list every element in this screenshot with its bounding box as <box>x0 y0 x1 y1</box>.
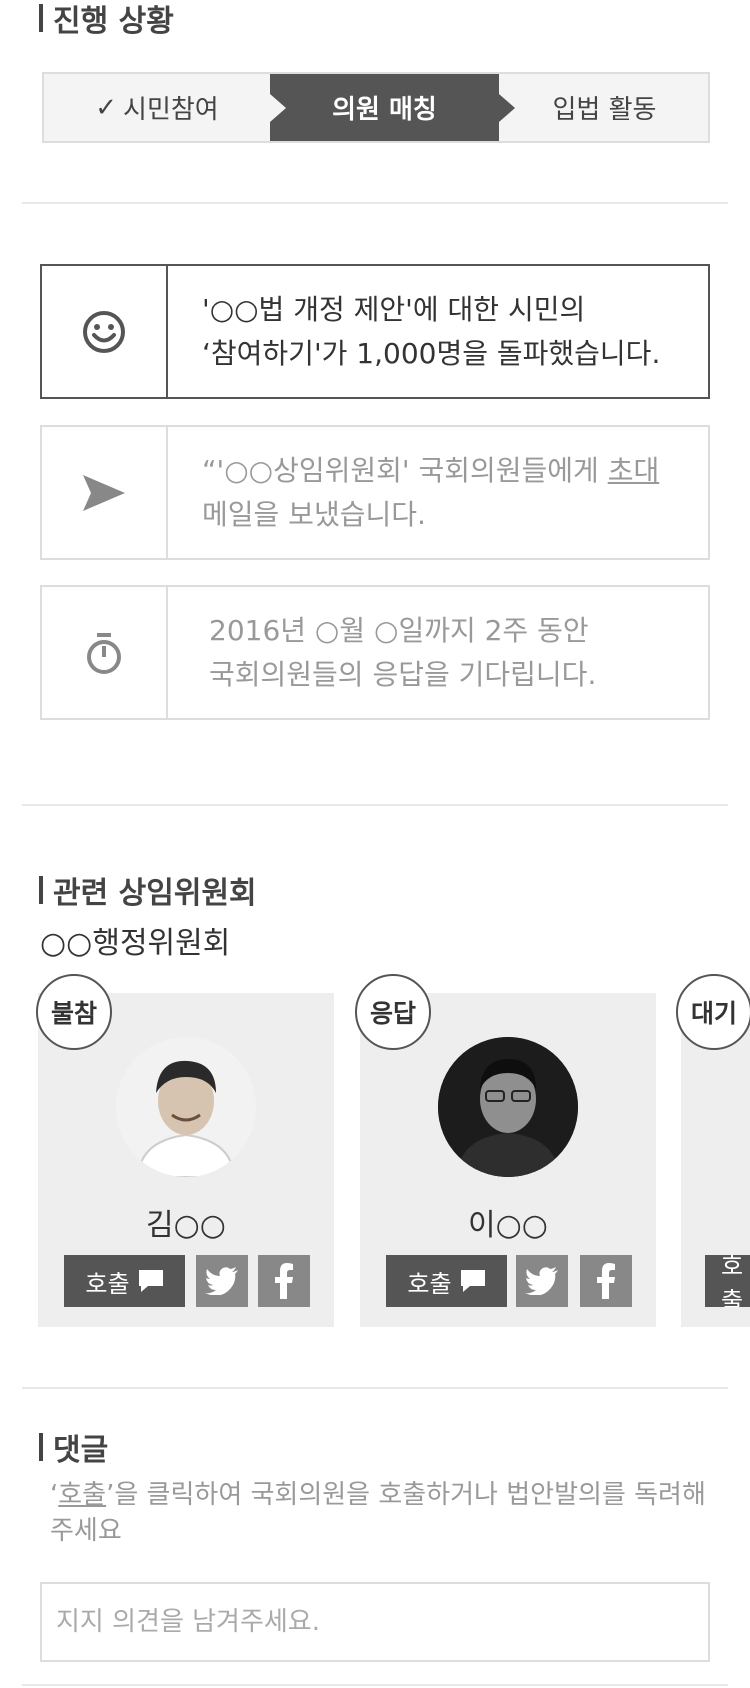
comments-section-title: 댓글 <box>39 1425 108 1469</box>
timeline-text-part: “'○○상임위원회' 국회의원들에게 <box>202 453 608 487</box>
stopwatch-icon <box>42 587 168 718</box>
step-member-matching: 의원 매칭 <box>270 74 499 141</box>
avatar <box>116 1037 256 1177</box>
call-label: 호출 <box>721 1255 744 1307</box>
divider <box>22 202 728 204</box>
desc-text: ’을 클릭하여 국회의원을 호출하거나 법안발의를 독려해 주세요 <box>50 1480 706 1546</box>
call-link[interactable]: 호출 <box>58 1480 106 1510</box>
call-button[interactable]: 호출 <box>64 1255 185 1307</box>
check-icon: ✓ <box>95 92 118 123</box>
progress-section-title: 진행 상황 <box>39 0 174 40</box>
timeline-text: 2016년 ○월 ○일까지 2주 동안 국회의원들의 응답을 기다립니다. <box>209 587 688 718</box>
member-name: 김○○ <box>146 1208 226 1243</box>
timeline-text: “'○○상임위원회' 국회의원들에게 초대 메일을 보냈습니다. <box>202 427 688 558</box>
step-label: 시민참여 <box>123 95 219 125</box>
call-label: 호출 <box>407 1269 452 1298</box>
divider <box>22 1684 728 1686</box>
committee-title: 관련 상임위원회 <box>53 876 257 911</box>
timeline-card-participation: '○○법 개정 제안'에 대한 시민의 ‘참여하기'가 1,000명을 돌파했습… <box>40 264 710 399</box>
avatar <box>438 1037 578 1177</box>
timeline-card-invite: “'○○상임위원회' 국회의원들에게 초대 메일을 보냈습니다. <box>40 425 710 560</box>
timeline-line: “'○○상임위원회' 국회의원들에게 초대 <box>202 449 659 493</box>
twitter-button[interactable] <box>516 1255 568 1307</box>
speech-bubble-icon <box>460 1270 485 1292</box>
facebook-button[interactable] <box>580 1255 632 1307</box>
timeline-line: 국회의원들의 응답을 기다립니다. <box>209 657 597 691</box>
title-bar <box>39 4 43 32</box>
timeline-line: 메일을 보냈습니다. <box>202 497 426 531</box>
comments-description: ‘호출’을 클릭하여 국회의원을 호출하거나 법안발의를 독려해 주세요 <box>50 1477 730 1549</box>
twitter-icon <box>205 1267 238 1295</box>
facebook-icon <box>275 1263 293 1299</box>
speech-bubble-icon <box>138 1270 163 1292</box>
timeline-line: '○○법 개정 제안'에 대한 시민의 <box>202 292 586 326</box>
twitter-icon <box>525 1267 558 1295</box>
step-legislative-activity: 입법 활동 <box>499 74 710 141</box>
step-label: 입법 활동 <box>552 95 657 125</box>
comments-title: 댓글 <box>53 1433 109 1468</box>
step-arrow <box>499 93 515 122</box>
committee-section-title: 관련 상임위원회 <box>39 868 257 912</box>
comment-input[interactable] <box>40 1582 710 1662</box>
title-bar <box>39 1433 43 1461</box>
timeline-text: '○○법 개정 제안'에 대한 시민의 ‘참여하기'가 1,000명을 돌파했습… <box>202 266 688 397</box>
call-label: 호출 <box>85 1269 130 1298</box>
status-badge: 대기 <box>676 974 750 1050</box>
timeline-card-waiting: 2016년 ○월 ○일까지 2주 동안 국회의원들의 응답을 기다립니다. <box>40 585 710 720</box>
timeline-line: 2016년 ○월 ○일까지 2주 동안 <box>209 613 589 647</box>
divider <box>22 1387 728 1389</box>
call-button[interactable]: 호출 <box>705 1255 750 1307</box>
step-arrow <box>270 93 286 122</box>
timeline-line: ‘참여하기'가 1,000명을 돌파했습니다. <box>202 336 661 370</box>
call-button[interactable]: 호출 <box>386 1255 507 1307</box>
invite-link[interactable]: 초대 <box>608 454 660 487</box>
member-name: 이○○ <box>468 1208 548 1243</box>
title-bar <box>39 876 43 904</box>
step-label: 의원 매칭 <box>332 95 437 125</box>
progress-steps: ✓ 시민참여 의원 매칭 입법 활동 <box>42 72 710 143</box>
smile-icon <box>42 266 168 397</box>
facebook-button[interactable] <box>258 1255 310 1307</box>
step-citizen-participation: ✓ 시민참여 <box>44 74 270 141</box>
twitter-button[interactable] <box>196 1255 248 1307</box>
facebook-icon <box>597 1263 615 1299</box>
progress-title: 진행 상황 <box>53 4 174 39</box>
committee-name: ○○행정위원회 <box>40 926 231 961</box>
status-badge: 불참 <box>36 974 112 1050</box>
send-icon <box>42 427 168 558</box>
divider <box>22 804 728 806</box>
status-badge: 응답 <box>355 974 431 1050</box>
